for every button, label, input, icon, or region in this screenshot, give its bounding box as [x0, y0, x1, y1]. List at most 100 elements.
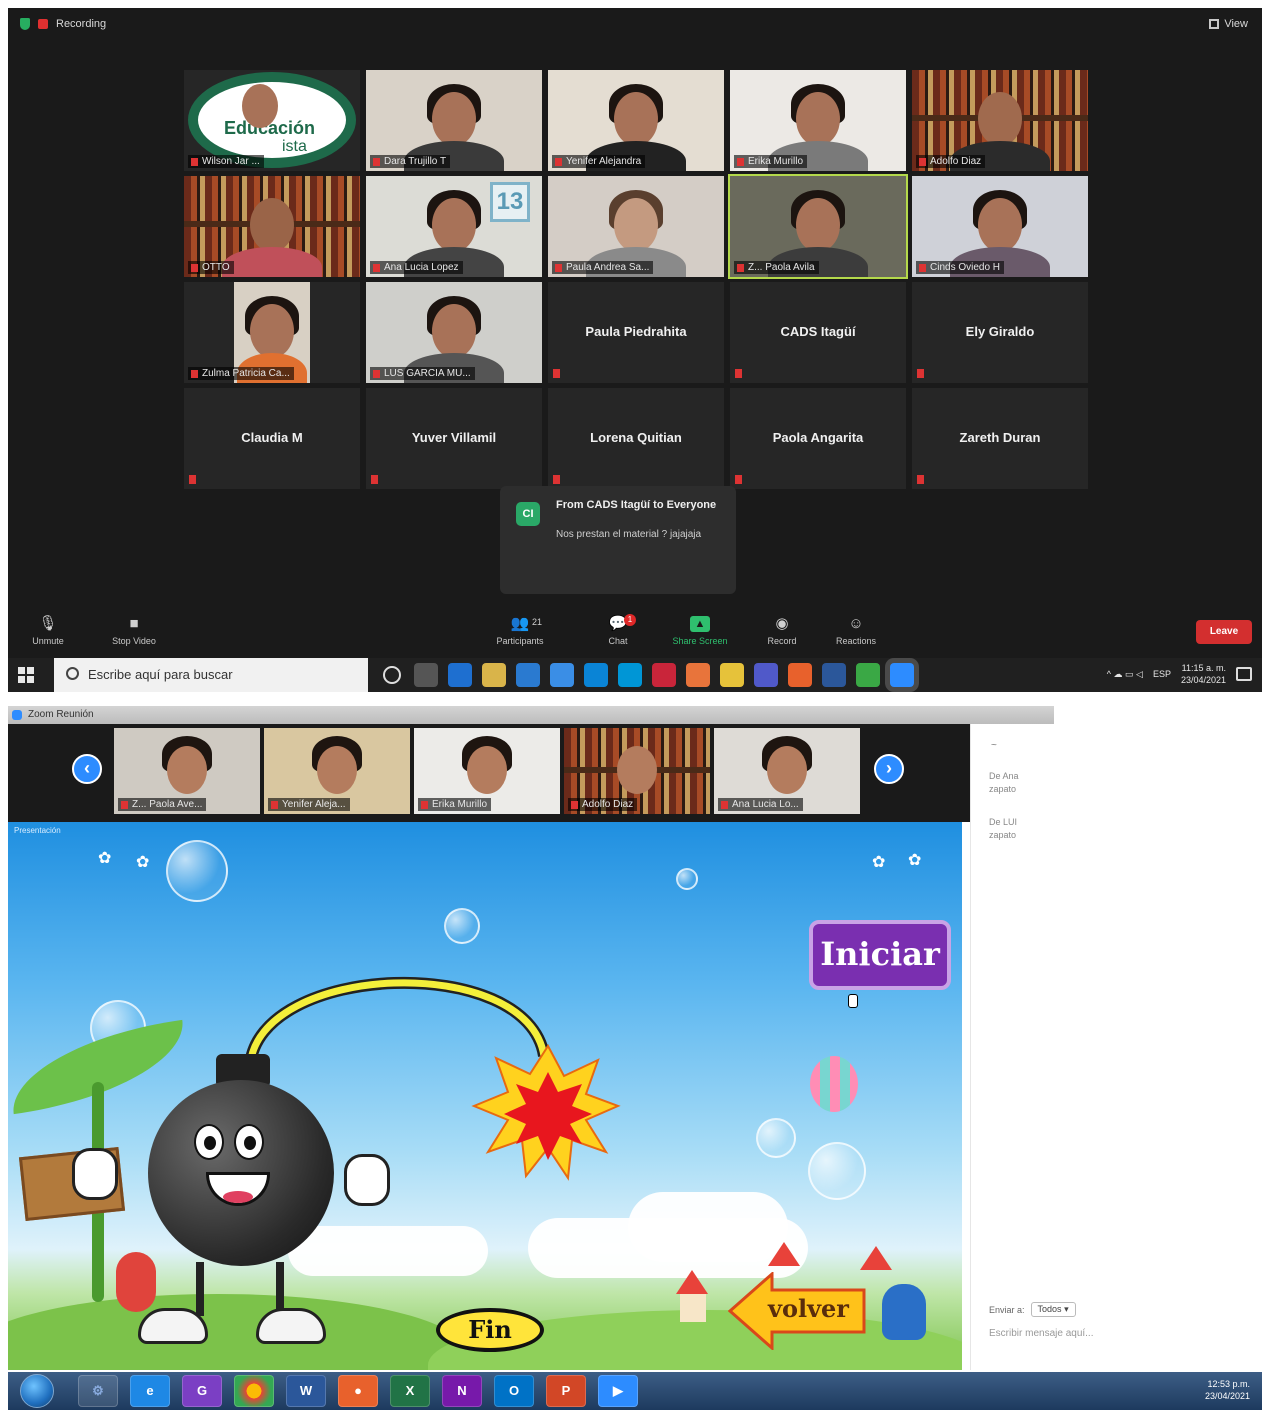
stop-video-button[interactable]: ■ Stop Video — [94, 615, 174, 647]
participant-thumbnail[interactable]: Ana Lucia Lo... — [714, 728, 860, 814]
participant-tile[interactable]: Paula Piedrahita — [548, 282, 724, 383]
word-icon[interactable] — [822, 663, 846, 687]
task-view-icon[interactable] — [414, 663, 438, 687]
zoom-app-icon[interactable]: ▶ — [598, 1375, 638, 1407]
cortana-icon[interactable] — [383, 666, 401, 684]
reactions-button[interactable]: ☺ Reactions — [816, 616, 896, 647]
chrome-icon[interactable] — [856, 663, 880, 687]
participants-button[interactable]: 👥 21 Participants — [480, 616, 560, 647]
taskbar-search-box[interactable]: Escribe aquí para buscar — [54, 658, 368, 692]
zoom-app-icon[interactable] — [890, 663, 914, 687]
leave-button[interactable]: Leave — [1196, 620, 1252, 644]
next-page-button[interactable]: › — [874, 754, 904, 784]
volver-button[interactable]: volver — [728, 1272, 868, 1350]
clock[interactable]: 11:15 a. m. 23/04/2021 — [1181, 662, 1226, 686]
video-camera-icon: ■ — [129, 615, 139, 632]
firefox-icon[interactable] — [788, 663, 812, 687]
dropbox-icon[interactable] — [448, 663, 472, 687]
participant-tile[interactable]: Zulma Patricia Ca... — [184, 282, 360, 383]
view-button[interactable]: View — [1209, 18, 1248, 30]
skype-icon[interactable] — [618, 663, 642, 687]
send-to-dropdown[interactable]: Todos ▾ — [1030, 1302, 1076, 1317]
chat-from-label: From CADS Itagüí to Everyone — [556, 499, 717, 511]
word-icon[interactable]: W — [286, 1375, 326, 1407]
participant-name: Zulma Patricia Ca... — [188, 367, 294, 380]
app-icon[interactable] — [686, 663, 710, 687]
excel-icon[interactable]: X — [390, 1375, 430, 1407]
participant-tile[interactable]: Zareth Duran — [912, 388, 1088, 489]
participant-tile[interactable]: Claudia M — [184, 388, 360, 489]
share-screen-button[interactable]: ▲ Share Screen — [660, 616, 740, 646]
chat-panel: ~ De Ana zapato De LUI zapato Enviar a: … — [970, 724, 1262, 1370]
clock-date: 23/04/2021 — [1204, 1391, 1250, 1401]
participant-tile[interactable]: Yuver Villamil — [366, 388, 542, 489]
participant-tile[interactable]: Adolfo Diaz — [912, 70, 1088, 171]
left-glove — [72, 1148, 118, 1200]
app-icon[interactable] — [516, 663, 540, 687]
participant-tile-active-speaker[interactable]: Z... Paola Avila — [728, 174, 908, 279]
app-icon[interactable] — [652, 663, 676, 687]
chat-message-input[interactable]: Escribir mensaje aquí... — [989, 1328, 1094, 1339]
participant-name: Yenifer Alejandra — [552, 155, 646, 168]
outlook-icon[interactable]: O — [494, 1375, 534, 1407]
participant-tile[interactable]: CADS Itagüí — [730, 282, 906, 383]
participant-name: Ana Lucia Lopez — [370, 261, 463, 274]
participant-thumbnail[interactable]: Yenifer Aleja... — [264, 728, 410, 814]
left-shoe — [138, 1308, 208, 1344]
participant-thumbnail[interactable]: Adolfo Diaz — [564, 728, 710, 814]
participant-tile[interactable]: Erika Murillo — [730, 70, 906, 171]
folder-icon[interactable] — [550, 663, 574, 687]
chat-collapse[interactable]: ~ — [991, 740, 997, 751]
participant-tile[interactable]: Educación ista Wilson Jar ... — [184, 70, 360, 171]
participant-tile[interactable]: LUS GARCIA MU... — [366, 282, 542, 383]
participant-tile[interactable]: Lorena Quitian — [548, 388, 724, 489]
participant-tile[interactable]: OTTO — [184, 176, 360, 277]
participant-tile[interactable]: Yenifer Alejandra — [548, 70, 724, 171]
muted-mic-icon — [189, 475, 196, 484]
notifications-icon[interactable] — [1236, 667, 1252, 681]
teams-icon[interactable] — [754, 663, 778, 687]
edge-icon[interactable]: e — [130, 1375, 170, 1407]
tray-icons[interactable]: ^ ☁ ▭ ◁ — [1107, 669, 1143, 680]
iniciar-button[interactable]: Iniciar — [809, 920, 951, 990]
record-button[interactable]: ◉ Record — [742, 616, 822, 647]
grid-view-icon — [1209, 19, 1220, 29]
security-shield-icon[interactable] — [20, 18, 30, 30]
folder-icon[interactable] — [720, 663, 744, 687]
edge-icon[interactable] — [584, 663, 608, 687]
participant-tile[interactable]: 13 Ana Lucia Lopez — [366, 176, 542, 277]
participant-thumbnail[interactable]: Erika Murillo — [414, 728, 560, 814]
participant-face — [978, 92, 1022, 147]
store-icon[interactable] — [482, 663, 506, 687]
participant-tile[interactable]: Paola Angarita — [730, 388, 906, 489]
windows-start-icon[interactable] — [18, 667, 34, 683]
app-icon[interactable]: G — [182, 1375, 222, 1407]
fin-button[interactable]: Fin — [436, 1308, 544, 1352]
chat-notification-popup[interactable]: CI From CADS Itagüí to Everyone Nos pres… — [500, 486, 736, 594]
participant-name: Lorena Quitian — [590, 430, 682, 445]
participant-tile[interactable]: Cinds Oviedo H — [912, 176, 1088, 277]
unmute-button[interactable]: 🎙 Unmute — [8, 616, 88, 647]
firefox-icon[interactable]: ● — [338, 1375, 378, 1407]
participant-tile[interactable]: Ely Giraldo — [912, 282, 1088, 383]
screenshot-composite: Recording View Educación ista Wilson Jar… — [0, 0, 1262, 1410]
gallery-grid: Educación ista Wilson Jar ... Dara Truji… — [184, 70, 1090, 489]
bomb-eye — [194, 1124, 224, 1160]
participant-name: Paula Andrea Sa... — [552, 261, 654, 274]
powerpoint-icon[interactable]: P — [546, 1375, 586, 1407]
chrome-icon[interactable] — [234, 1375, 274, 1407]
chat-text: zapato — [989, 784, 1017, 794]
participant-tile[interactable]: Paula Andrea Sa... — [548, 176, 724, 277]
prev-page-button[interactable]: ‹ — [72, 754, 102, 784]
language-indicator[interactable]: ESP — [1153, 669, 1171, 679]
participant-name: Z... Paola Ave... — [118, 798, 207, 811]
chat-button[interactable]: 💬 1 Chat — [578, 614, 658, 646]
participant-face — [617, 746, 657, 794]
participant-thumbnail[interactable]: Z... Paola Ave... — [114, 728, 260, 814]
participant-tile[interactable]: Dara Trujillo T — [366, 70, 542, 171]
start-orb-icon[interactable] — [20, 1374, 54, 1408]
taskbar-apps — [380, 663, 914, 687]
onenote-icon[interactable]: N — [442, 1375, 482, 1407]
system-tray[interactable]: 12:53 p.m. 23/04/2021 — [1205, 1378, 1250, 1402]
app-icon[interactable]: ⚙ — [78, 1375, 118, 1407]
